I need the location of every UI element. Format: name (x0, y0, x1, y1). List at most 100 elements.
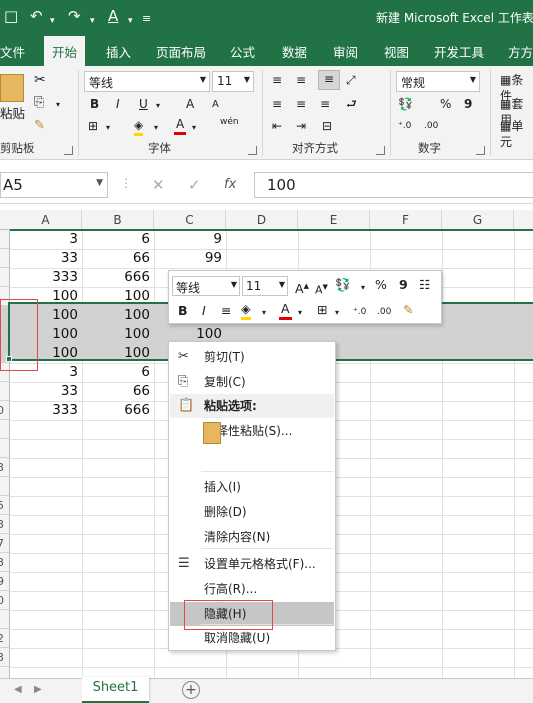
comma-style-button[interactable]: 9 (464, 96, 472, 112)
mini-fill-color-icon[interactable]: ◈ (241, 301, 251, 320)
column-header-d[interactable]: D (226, 210, 298, 230)
cell-B4[interactable]: 100 (82, 287, 154, 306)
menu-item-row-height[interactable]: 行高(R)... (170, 577, 334, 601)
fill-dropdown-icon[interactable]: ▾ (262, 305, 266, 321)
row-header[interactable]: 3 (0, 648, 9, 667)
menu-item-paste-special[interactable]: 选择性粘贴(S)... (170, 419, 334, 443)
insert-function-icon[interactable]: fx (224, 177, 236, 192)
number-launcher-icon[interactable] (476, 146, 485, 155)
column-header-e[interactable]: E (298, 210, 370, 230)
paste-icon[interactable] (0, 74, 24, 102)
undo-icon[interactable]: ↶ (30, 7, 43, 25)
font-color-dropdown-icon[interactable]: ▾ (192, 120, 196, 136)
cell-A7[interactable]: 100 (10, 344, 82, 363)
percent-button[interactable]: % (440, 96, 451, 112)
align-middle-icon[interactable]: ≡ (296, 72, 306, 88)
redo-icon[interactable]: ↷ (68, 7, 81, 25)
border-dropdown-icon[interactable]: ▾ (335, 305, 339, 321)
mini-size-select[interactable]: 11 ▼ (242, 276, 288, 296)
menu-item-delete[interactable]: 删除(D) (170, 500, 334, 524)
align-top-icon[interactable]: ≡ (272, 72, 282, 88)
menu-item-clear-contents[interactable]: 清除内容(N) (170, 525, 334, 549)
sheet-tab-sheet1[interactable]: Sheet1 (82, 677, 149, 703)
cell-A10[interactable]: 333 (10, 401, 82, 420)
row-header[interactable]: 3 (0, 515, 9, 534)
row-header[interactable] (0, 610, 9, 629)
cell-B8[interactable]: 6 (82, 363, 154, 382)
shrink-font-button[interactable]: A (212, 97, 219, 113)
cell-B2[interactable]: 66 (82, 249, 154, 268)
menu-item-copy[interactable]: ⎘ 复制(C) (170, 370, 334, 394)
cancel-icon[interactable]: ✕ (152, 176, 165, 194)
orientation-icon[interactable]: ⤢ (346, 72, 356, 88)
add-sheet-icon[interactable]: + (182, 681, 200, 699)
chevron-down-icon[interactable]: ▼ (96, 178, 103, 188)
paste-option-icon[interactable] (203, 422, 221, 444)
increase-decimal-icon[interactable]: ⁺.0 (398, 118, 411, 134)
fill-color-icon[interactable]: ◈ (134, 117, 144, 136)
row-header[interactable]: 2 (0, 629, 9, 648)
cell-B1[interactable]: 6 (82, 230, 154, 249)
align-center-icon[interactable]: ≡ (296, 96, 306, 112)
phonetic-icon[interactable]: wén (220, 114, 239, 130)
cell-C2[interactable]: 99 (154, 249, 226, 268)
copy-dropdown-icon[interactable]: ▾ (56, 97, 60, 113)
row-header[interactable]: 0 (0, 401, 9, 420)
column-header-a[interactable]: A (10, 210, 82, 230)
column-header-b[interactable]: B (82, 210, 154, 230)
align-bottom-icon[interactable]: ≡ (318, 70, 340, 90)
comma-style-button[interactable]: 9 (399, 277, 408, 293)
row-header[interactable] (0, 477, 9, 496)
tab-fangfang[interactable]: 方方 (508, 42, 533, 61)
tab-view[interactable]: 视图 (384, 42, 409, 61)
cell-B3[interactable]: 666 (82, 268, 154, 287)
name-box[interactable]: A5 ▼ (0, 172, 108, 198)
cell-B6[interactable]: 100 (82, 325, 154, 344)
currency-icon[interactable]: 💱 (398, 96, 413, 112)
menu-item-insert[interactable]: 插入(I) (170, 475, 334, 499)
row-header[interactable]: 3 (0, 458, 9, 477)
font-size-select[interactable]: 11 ▼ (212, 71, 254, 92)
increase-decimal-icon[interactable]: ⁺.0 (353, 304, 366, 320)
mini-italic-button[interactable]: I (202, 303, 206, 319)
decrease-decimal-icon[interactable]: .00 (424, 118, 438, 134)
cell-B10[interactable]: 666 (82, 401, 154, 420)
tab-file[interactable]: 文件 (0, 42, 25, 61)
format-painter-icon[interactable]: ✎ (34, 118, 45, 134)
grow-font-button[interactable]: A (186, 96, 194, 112)
row-header[interactable]: 5 (0, 496, 9, 515)
font-color-icon[interactable]: A (174, 116, 187, 135)
underline-dropdown-icon[interactable]: ▾ (156, 98, 160, 114)
menu-item-format-cells[interactable]: ☰ 设置单元格格式(F)... (170, 552, 334, 576)
cell-B9[interactable]: 66 (82, 382, 154, 401)
cell-styles-button[interactable]: ▦单元 (500, 118, 533, 150)
cell-A5[interactable]: 100 (10, 306, 82, 325)
column-header-f[interactable]: F (370, 210, 442, 230)
font-color-dropdown-icon[interactable]: ▾ (298, 305, 302, 321)
menu-item-cut[interactable]: ✂ 剪切(T) (170, 345, 334, 369)
border-icon[interactable]: ⊞ (88, 118, 98, 134)
paste-button[interactable]: 粘贴 (0, 106, 25, 122)
column-header-g[interactable]: G (442, 210, 514, 230)
undo-dropdown-icon[interactable]: ▾ (50, 12, 55, 30)
redo-dropdown-icon[interactable]: ▾ (90, 12, 95, 30)
row-header[interactable] (0, 439, 9, 458)
cell-A2[interactable]: 33 (10, 249, 82, 268)
cell-B5[interactable]: 100 (82, 306, 154, 325)
tab-data[interactable]: 数据 (282, 42, 307, 61)
wrap-text-icon[interactable]: ⮐ (346, 96, 357, 112)
scroll-left-icon[interactable]: ◀ (14, 684, 22, 695)
drag-handle-icon[interactable]: ⋮ (120, 176, 132, 190)
cell-B7[interactable]: 100 (82, 344, 154, 363)
tab-developer[interactable]: 开发工具 (434, 42, 484, 61)
tab-insert[interactable]: 插入 (106, 42, 131, 61)
italic-button[interactable]: I (116, 96, 120, 112)
decrease-decimal-icon[interactable]: .00 (377, 304, 391, 320)
border-dropdown-icon[interactable]: ▾ (106, 120, 110, 136)
currency-dropdown-icon[interactable]: ▾ (361, 280, 365, 296)
decrease-indent-icon[interactable]: ⇤ (272, 118, 282, 134)
cut-icon[interactable]: ✂ (34, 72, 46, 88)
customize-qat-icon[interactable]: ≡ (142, 10, 151, 28)
mini-font-color-icon[interactable]: A (279, 301, 292, 320)
mini-bold-button[interactable]: B (178, 303, 188, 319)
